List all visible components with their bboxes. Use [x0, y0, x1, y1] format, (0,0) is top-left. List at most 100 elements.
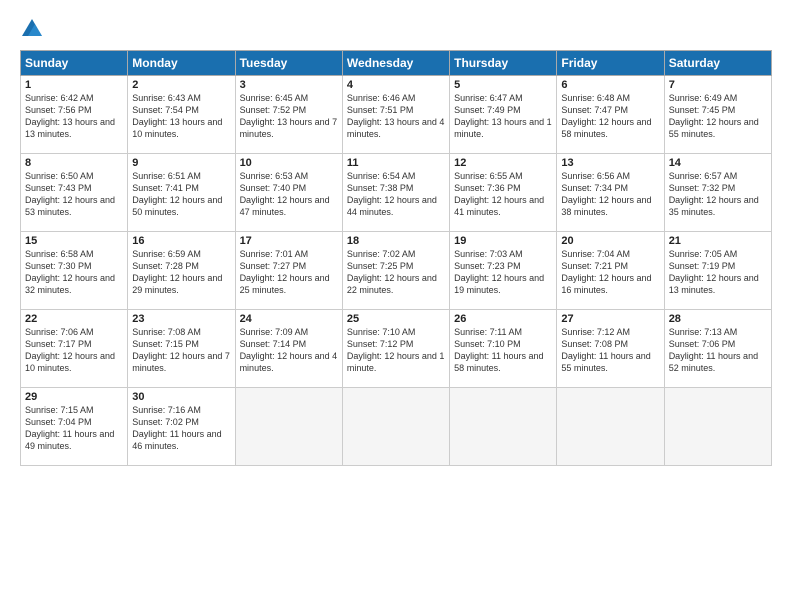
col-sunday: Sunday: [21, 51, 128, 76]
table-row: 20Sunrise: 7:04 AMSunset: 7:21 PMDayligh…: [557, 232, 664, 310]
day-info: Sunrise: 6:51 AMSunset: 7:41 PMDaylight:…: [132, 170, 230, 219]
calendar-week-row: 22Sunrise: 7:06 AMSunset: 7:17 PMDayligh…: [21, 310, 772, 388]
day-number: 2: [132, 79, 230, 91]
day-info: Sunrise: 6:55 AMSunset: 7:36 PMDaylight:…: [454, 170, 552, 219]
day-number: 5: [454, 79, 552, 91]
day-info: Sunrise: 6:42 AMSunset: 7:56 PMDaylight:…: [25, 92, 123, 141]
day-number: 12: [454, 157, 552, 169]
day-info: Sunrise: 7:06 AMSunset: 7:17 PMDaylight:…: [25, 326, 123, 375]
day-number: 8: [25, 157, 123, 169]
day-info: Sunrise: 6:43 AMSunset: 7:54 PMDaylight:…: [132, 92, 230, 141]
table-row: 29Sunrise: 7:15 AMSunset: 7:04 PMDayligh…: [21, 388, 128, 466]
table-row: 17Sunrise: 7:01 AMSunset: 7:27 PMDayligh…: [235, 232, 342, 310]
day-info: Sunrise: 6:56 AMSunset: 7:34 PMDaylight:…: [561, 170, 659, 219]
day-number: 28: [669, 313, 767, 325]
col-tuesday: Tuesday: [235, 51, 342, 76]
day-number: 23: [132, 313, 230, 325]
day-number: 27: [561, 313, 659, 325]
day-info: Sunrise: 6:49 AMSunset: 7:45 PMDaylight:…: [669, 92, 767, 141]
calendar-week-row: 8Sunrise: 6:50 AMSunset: 7:43 PMDaylight…: [21, 154, 772, 232]
col-wednesday: Wednesday: [342, 51, 449, 76]
day-info: Sunrise: 6:47 AMSunset: 7:49 PMDaylight:…: [454, 92, 552, 141]
day-info: Sunrise: 6:53 AMSunset: 7:40 PMDaylight:…: [240, 170, 338, 219]
table-row: 6Sunrise: 6:48 AMSunset: 7:47 PMDaylight…: [557, 76, 664, 154]
calendar-week-row: 29Sunrise: 7:15 AMSunset: 7:04 PMDayligh…: [21, 388, 772, 466]
table-row: 13Sunrise: 6:56 AMSunset: 7:34 PMDayligh…: [557, 154, 664, 232]
day-number: 20: [561, 235, 659, 247]
day-number: 21: [669, 235, 767, 247]
day-number: 10: [240, 157, 338, 169]
day-info: Sunrise: 7:12 AMSunset: 7:08 PMDaylight:…: [561, 326, 659, 375]
day-number: 22: [25, 313, 123, 325]
col-monday: Monday: [128, 51, 235, 76]
day-info: Sunrise: 6:58 AMSunset: 7:30 PMDaylight:…: [25, 248, 123, 297]
day-number: 29: [25, 391, 123, 403]
table-row: 14Sunrise: 6:57 AMSunset: 7:32 PMDayligh…: [664, 154, 771, 232]
day-info: Sunrise: 7:04 AMSunset: 7:21 PMDaylight:…: [561, 248, 659, 297]
logo: [20, 16, 44, 40]
day-info: Sunrise: 7:16 AMSunset: 7:02 PMDaylight:…: [132, 404, 230, 453]
table-row: 4Sunrise: 6:46 AMSunset: 7:51 PMDaylight…: [342, 76, 449, 154]
day-number: 4: [347, 79, 445, 91]
table-row: 15Sunrise: 6:58 AMSunset: 7:30 PMDayligh…: [21, 232, 128, 310]
table-row: 7Sunrise: 6:49 AMSunset: 7:45 PMDaylight…: [664, 76, 771, 154]
table-row: 16Sunrise: 6:59 AMSunset: 7:28 PMDayligh…: [128, 232, 235, 310]
table-row: 10Sunrise: 6:53 AMSunset: 7:40 PMDayligh…: [235, 154, 342, 232]
table-row: 21Sunrise: 7:05 AMSunset: 7:19 PMDayligh…: [664, 232, 771, 310]
table-row: 23Sunrise: 7:08 AMSunset: 7:15 PMDayligh…: [128, 310, 235, 388]
day-number: 3: [240, 79, 338, 91]
day-info: Sunrise: 7:15 AMSunset: 7:04 PMDaylight:…: [25, 404, 123, 453]
day-info: Sunrise: 6:48 AMSunset: 7:47 PMDaylight:…: [561, 92, 659, 141]
table-row: 12Sunrise: 6:55 AMSunset: 7:36 PMDayligh…: [450, 154, 557, 232]
table-row: 19Sunrise: 7:03 AMSunset: 7:23 PMDayligh…: [450, 232, 557, 310]
table-row: 27Sunrise: 7:12 AMSunset: 7:08 PMDayligh…: [557, 310, 664, 388]
table-row: 25Sunrise: 7:10 AMSunset: 7:12 PMDayligh…: [342, 310, 449, 388]
col-saturday: Saturday: [664, 51, 771, 76]
calendar-week-row: 15Sunrise: 6:58 AMSunset: 7:30 PMDayligh…: [21, 232, 772, 310]
day-number: 26: [454, 313, 552, 325]
day-info: Sunrise: 6:45 AMSunset: 7:52 PMDaylight:…: [240, 92, 338, 141]
day-info: Sunrise: 7:13 AMSunset: 7:06 PMDaylight:…: [669, 326, 767, 375]
table-row: 22Sunrise: 7:06 AMSunset: 7:17 PMDayligh…: [21, 310, 128, 388]
day-number: 17: [240, 235, 338, 247]
day-info: Sunrise: 7:01 AMSunset: 7:27 PMDaylight:…: [240, 248, 338, 297]
table-row: [664, 388, 771, 466]
day-number: 24: [240, 313, 338, 325]
table-row: [235, 388, 342, 466]
day-number: 7: [669, 79, 767, 91]
day-number: 6: [561, 79, 659, 91]
calendar-table: Sunday Monday Tuesday Wednesday Thursday…: [20, 50, 772, 466]
day-info: Sunrise: 6:57 AMSunset: 7:32 PMDaylight:…: [669, 170, 767, 219]
day-info: Sunrise: 7:10 AMSunset: 7:12 PMDaylight:…: [347, 326, 445, 375]
table-row: 3Sunrise: 6:45 AMSunset: 7:52 PMDaylight…: [235, 76, 342, 154]
day-info: Sunrise: 6:46 AMSunset: 7:51 PMDaylight:…: [347, 92, 445, 141]
calendar-page: Sunday Monday Tuesday Wednesday Thursday…: [0, 0, 792, 612]
table-row: [450, 388, 557, 466]
day-info: Sunrise: 7:11 AMSunset: 7:10 PMDaylight:…: [454, 326, 552, 375]
header: [20, 16, 772, 40]
table-row: 26Sunrise: 7:11 AMSunset: 7:10 PMDayligh…: [450, 310, 557, 388]
table-row: 8Sunrise: 6:50 AMSunset: 7:43 PMDaylight…: [21, 154, 128, 232]
table-row: 28Sunrise: 7:13 AMSunset: 7:06 PMDayligh…: [664, 310, 771, 388]
table-row: 11Sunrise: 6:54 AMSunset: 7:38 PMDayligh…: [342, 154, 449, 232]
table-row: 9Sunrise: 6:51 AMSunset: 7:41 PMDaylight…: [128, 154, 235, 232]
calendar-header-row: Sunday Monday Tuesday Wednesday Thursday…: [21, 51, 772, 76]
day-info: Sunrise: 7:09 AMSunset: 7:14 PMDaylight:…: [240, 326, 338, 375]
table-row: 1Sunrise: 6:42 AMSunset: 7:56 PMDaylight…: [21, 76, 128, 154]
col-thursday: Thursday: [450, 51, 557, 76]
day-info: Sunrise: 6:50 AMSunset: 7:43 PMDaylight:…: [25, 170, 123, 219]
col-friday: Friday: [557, 51, 664, 76]
day-number: 19: [454, 235, 552, 247]
day-info: Sunrise: 7:03 AMSunset: 7:23 PMDaylight:…: [454, 248, 552, 297]
day-number: 1: [25, 79, 123, 91]
table-row: 2Sunrise: 6:43 AMSunset: 7:54 PMDaylight…: [128, 76, 235, 154]
day-number: 13: [561, 157, 659, 169]
day-info: Sunrise: 7:08 AMSunset: 7:15 PMDaylight:…: [132, 326, 230, 375]
logo-icon: [20, 16, 44, 40]
day-info: Sunrise: 6:54 AMSunset: 7:38 PMDaylight:…: [347, 170, 445, 219]
table-row: 24Sunrise: 7:09 AMSunset: 7:14 PMDayligh…: [235, 310, 342, 388]
table-row: 18Sunrise: 7:02 AMSunset: 7:25 PMDayligh…: [342, 232, 449, 310]
table-row: 30Sunrise: 7:16 AMSunset: 7:02 PMDayligh…: [128, 388, 235, 466]
day-info: Sunrise: 7:02 AMSunset: 7:25 PMDaylight:…: [347, 248, 445, 297]
day-number: 16: [132, 235, 230, 247]
